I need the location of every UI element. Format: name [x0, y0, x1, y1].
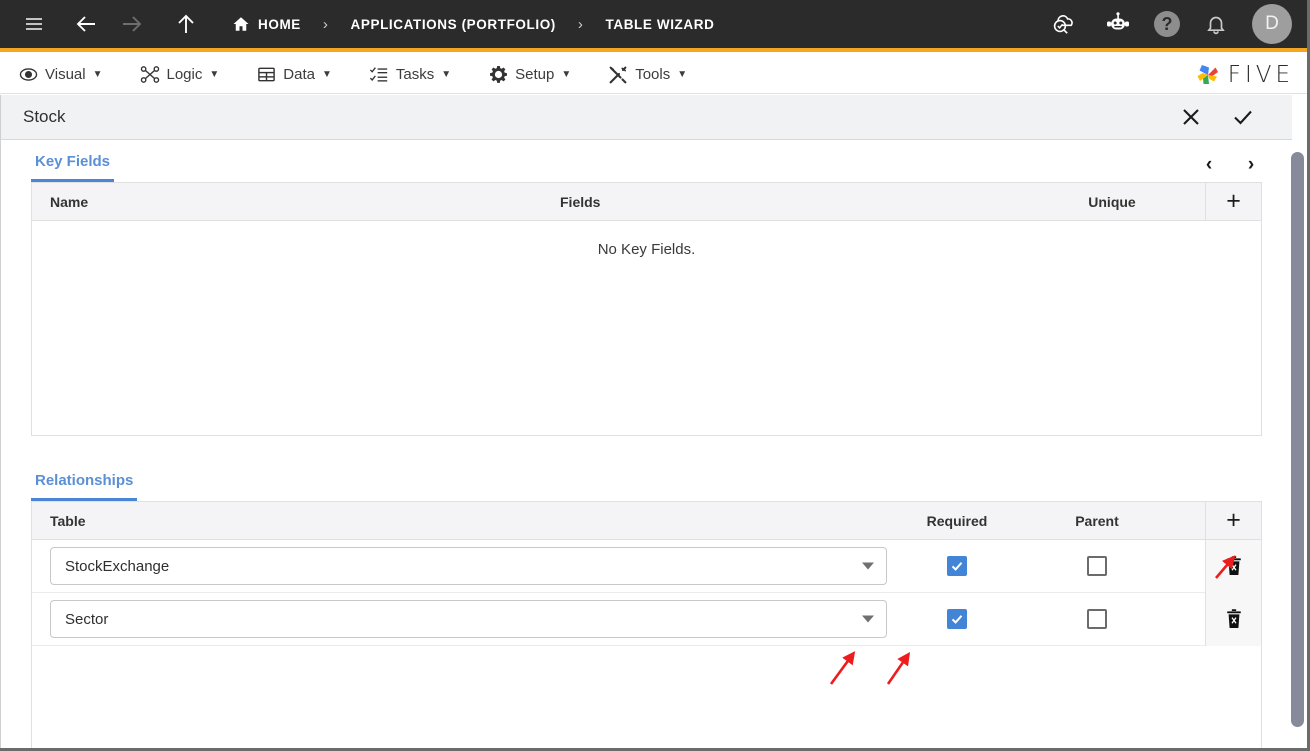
eye-icon [18, 65, 38, 85]
key-fields-empty-message: No Key Fields. [597, 240, 696, 258]
gear-icon [488, 65, 508, 85]
sector-required-checkbox[interactable] [947, 609, 967, 629]
five-brand-logo: FIVE [1195, 62, 1310, 88]
menu-item-tasks[interactable]: Tasks ▼ [367, 65, 466, 85]
relationship-table-dropdown-0[interactable]: StockExchange [50, 547, 887, 585]
relationship-table-dropdown-1[interactable]: Sector [50, 600, 887, 638]
relationships-tab-row: Relationships [31, 459, 1262, 501]
relationship-table-cell: Sector [32, 600, 887, 638]
table-row: Sector [32, 592, 1261, 646]
relationship-table-value-0: StockExchange [65, 557, 170, 575]
column-header-table: Table [50, 512, 86, 529]
tools-wrench-icon [608, 65, 628, 85]
delete-cell [1205, 592, 1261, 646]
menu-item-data[interactable]: Data ▼ [254, 65, 347, 85]
form-content: Key Fields ‹ › Name Fields Unique + No K… [0, 140, 1292, 751]
menu-item-visual-label: Visual [45, 66, 86, 83]
up-arrow-icon[interactable] [168, 6, 204, 42]
checklist-icon [369, 65, 389, 85]
parent-cell [1027, 609, 1167, 629]
chevron-down-icon[interactable] [862, 562, 874, 570]
required-checkbox-0[interactable] [947, 556, 967, 576]
menu-item-logic-label: Logic [166, 66, 203, 83]
delete-cell [1205, 539, 1261, 593]
table-grid-icon [256, 65, 276, 85]
hamburger-menu-icon[interactable] [16, 6, 52, 42]
breadcrumb: HOME › APPLICATIONS (PORTFOLIO) › TABLE … [232, 15, 714, 33]
key-fields-pager: ‹ › [1198, 154, 1262, 176]
relationships-add-button[interactable]: + [1205, 502, 1261, 540]
menu-item-logic[interactable]: Logic ▼ [138, 65, 235, 85]
required-cell [887, 609, 1027, 629]
menu-item-tools-label: Tools [635, 66, 671, 83]
previous-page-icon[interactable]: ‹ [1198, 154, 1220, 176]
relationships-table-header: Table Required Parent + [32, 502, 1261, 540]
logic-nodes-icon [140, 65, 160, 85]
breadcrumb-item-home[interactable]: HOME [258, 17, 301, 32]
key-fields-table-body: No Key Fields. [32, 221, 1261, 435]
column-header-required: Required [926, 512, 988, 529]
five-pinwheel-icon [1195, 62, 1221, 88]
breadcrumb-separator: › [577, 15, 584, 33]
form-title-bar: Stock [0, 95, 1292, 140]
parent-checkbox-0[interactable] [1087, 556, 1107, 576]
column-header-parent: Parent [1075, 512, 1119, 529]
home-icon[interactable] [232, 15, 250, 33]
chevron-down-icon: ▼ [209, 69, 220, 80]
menu-item-setup-label: Setup [515, 66, 555, 83]
key-fields-tab-row: Key Fields ‹ › [31, 140, 1262, 182]
main-menu-bar: Visual ▼ Logic ▼ Data ▼ Tasks ▼ Setup ▼ … [0, 56, 1310, 94]
parent-checkbox-1[interactable] [1087, 609, 1107, 629]
chevron-down-icon: ▼ [561, 69, 572, 80]
relationship-table-cell: StockExchange [32, 547, 887, 585]
application-window: HOME › APPLICATIONS (PORTFOLIO) › TABLE … [0, 0, 1310, 751]
top-bar-left-group: HOME › APPLICATIONS (PORTFOLIO) › TABLE … [0, 6, 714, 42]
column-header-unique: Unique [1088, 193, 1136, 210]
page-title: Stock [23, 107, 66, 126]
back-arrow-icon[interactable] [68, 6, 104, 42]
key-fields-add-button[interactable]: + [1205, 182, 1261, 221]
close-icon[interactable] [1176, 102, 1206, 132]
menu-item-data-label: Data [283, 66, 315, 83]
breadcrumb-item-applications[interactable]: APPLICATIONS (PORTFOLIO) [351, 17, 556, 32]
form-actions [1176, 102, 1292, 132]
avatar[interactable]: D [1252, 4, 1292, 44]
chevron-down-icon: ▼ [441, 69, 452, 80]
chevron-down-icon: ▼ [677, 69, 688, 80]
relationship-table-value-1: Sector [65, 610, 109, 628]
required-cell [887, 556, 1027, 576]
chevron-down-icon: ▼ [321, 69, 332, 80]
tab-key-fields[interactable]: Key Fields [31, 153, 115, 182]
relationships-table: Table Required Parent + StockExchange Se… [31, 501, 1262, 751]
trash-icon[interactable] [1224, 608, 1244, 630]
top-navigation-bar: HOME › APPLICATIONS (PORTFOLIO) › TABLE … [0, 0, 1310, 52]
menu-item-setup[interactable]: Setup ▼ [486, 65, 586, 85]
sector-dropdown-caret[interactable] [862, 615, 874, 623]
confirm-check-icon[interactable] [1228, 102, 1258, 132]
chevron-down-icon: ▼ [92, 69, 103, 80]
help-icon[interactable]: ? [1154, 11, 1180, 37]
breadcrumb-separator: › [322, 15, 329, 33]
table-row: StockExchange [32, 539, 1261, 593]
vertical-scrollbar-thumb[interactable] [1291, 152, 1304, 727]
column-header-fields: Fields [560, 193, 601, 210]
menu-item-tools[interactable]: Tools ▼ [606, 65, 702, 85]
next-page-icon[interactable]: › [1240, 154, 1262, 176]
notification-bell-icon[interactable] [1198, 6, 1234, 42]
cloud-check-icon[interactable] [1046, 6, 1082, 42]
menu-item-tasks-label: Tasks [395, 66, 435, 83]
trash-icon[interactable] [1224, 555, 1244, 577]
menu-item-visual[interactable]: Visual ▼ [16, 65, 118, 85]
five-brand-text: FIVE [1227, 61, 1294, 88]
top-bar-right-group: ? D [1046, 4, 1310, 44]
key-fields-table-header: Name Fields Unique + [32, 182, 1261, 221]
forward-arrow-icon [114, 6, 150, 42]
breadcrumb-item-table-wizard[interactable]: TABLE WIZARD [606, 17, 715, 32]
tab-relationships[interactable]: Relationships [31, 472, 138, 501]
key-fields-table: Name Fields Unique + No Key Fields. [31, 182, 1262, 436]
robot-assistant-icon[interactable] [1100, 6, 1136, 42]
parent-cell [1027, 556, 1167, 576]
column-header-name: Name [50, 193, 89, 210]
